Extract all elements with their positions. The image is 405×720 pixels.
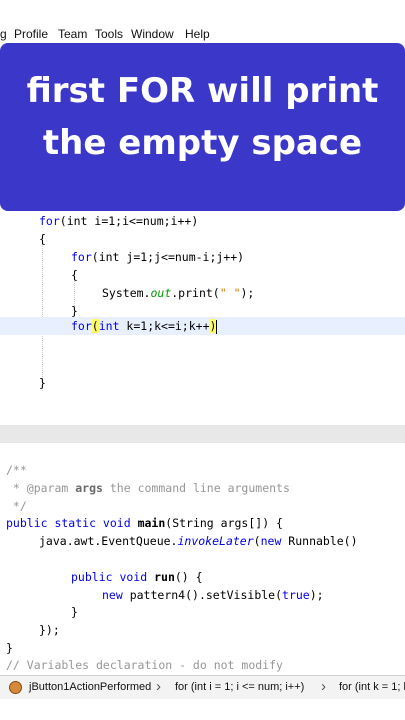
chevron-right-icon: › <box>156 678 161 695</box>
code-text: ( <box>253 534 261 548</box>
code-editor-bottom[interactable]: /** * @param args the command line argum… <box>0 0 405 672</box>
method-icon <box>9 681 22 694</box>
comment-line: * @param args the command line arguments <box>6 479 290 497</box>
code-line: for(int i=1;i<=num;i++) <box>39 212 198 230</box>
keyword: new <box>102 588 123 602</box>
code-line: } <box>6 641 13 655</box>
method-name: main <box>137 516 166 530</box>
text-cursor <box>216 319 218 334</box>
comment-line: */ <box>6 499 27 513</box>
code-text: { <box>71 268 78 282</box>
field-name: out <box>150 286 172 300</box>
breadcrumb-method[interactable]: jButton1ActionPerformed <box>29 681 151 693</box>
code-text: ); <box>309 588 324 602</box>
string-literal: " " <box>219 286 241 300</box>
code-text: (String args[]) { <box>165 516 283 530</box>
keyword: for <box>71 319 92 333</box>
chevron-right-icon: › <box>321 678 326 695</box>
comment-text: * @param <box>6 481 76 495</box>
code-text: (int i=1;i<=num;i++) <box>59 214 199 228</box>
code-line: public void run() { <box>71 568 203 586</box>
panel-separator <box>0 425 405 443</box>
keyword: int <box>98 319 120 333</box>
comment-line: // Variables declaration - do not modify <box>6 658 283 672</box>
code-line-current: for(int k=1;k<=i;k++) <box>71 317 218 335</box>
static-method: invokeLater <box>177 534 254 548</box>
code-text: (int j=1;j<=num-i;j++) <box>91 250 245 264</box>
indent-guide <box>42 241 43 391</box>
code-line: }); <box>39 623 60 637</box>
method-name: run <box>154 570 175 584</box>
keyword: public void <box>71 570 155 584</box>
code-text: } <box>39 376 46 390</box>
code-text: pattern4().setVisible( <box>122 588 283 602</box>
code-text: Runnable() <box>281 534 358 548</box>
breadcrumb-bar: jButton1ActionPerformed › for (int i = 1… <box>0 675 405 699</box>
keyword: public static void <box>6 516 138 530</box>
code-line: System.out.print(" "); <box>102 284 254 302</box>
code-text: { <box>39 232 46 246</box>
matched-paren: ( <box>91 319 99 333</box>
code-text: System. <box>102 286 151 300</box>
code-line: public static void main(String args[]) { <box>6 514 283 532</box>
code-text: .print( <box>171 286 220 300</box>
bottom-strip <box>0 699 405 720</box>
keyword: for <box>39 214 60 228</box>
code-text: () { <box>174 570 203 584</box>
keyword: true <box>282 588 310 602</box>
code-text: } <box>71 304 78 318</box>
keyword: new <box>260 534 282 548</box>
code-text: java.awt.EventQueue. <box>39 534 178 548</box>
code-line: { <box>39 230 46 248</box>
code-line: java.awt.EventQueue.invokeLater(new Runn… <box>39 532 358 550</box>
code-text: ); <box>240 286 255 300</box>
code-line: } <box>71 605 78 619</box>
comment-line: /** <box>6 463 27 477</box>
breadcrumb-for-k[interactable]: for (int k = 1; k <box>339 681 405 693</box>
code-text: k=1;k<=i;k++ <box>119 319 210 333</box>
comment-text: the command line arguments <box>102 481 290 495</box>
code-line: } <box>39 374 46 392</box>
code-line: { <box>71 266 78 284</box>
matched-paren: ) <box>209 319 217 333</box>
code-line: for(int j=1;j<=num-i;j++) <box>71 248 244 266</box>
breadcrumb-for-i[interactable]: for (int i = 1; i <= num; i++) <box>175 681 304 693</box>
code-line: new pattern4().setVisible(true); <box>102 586 324 604</box>
comment-param: args <box>75 481 103 495</box>
keyword: for <box>71 250 92 264</box>
